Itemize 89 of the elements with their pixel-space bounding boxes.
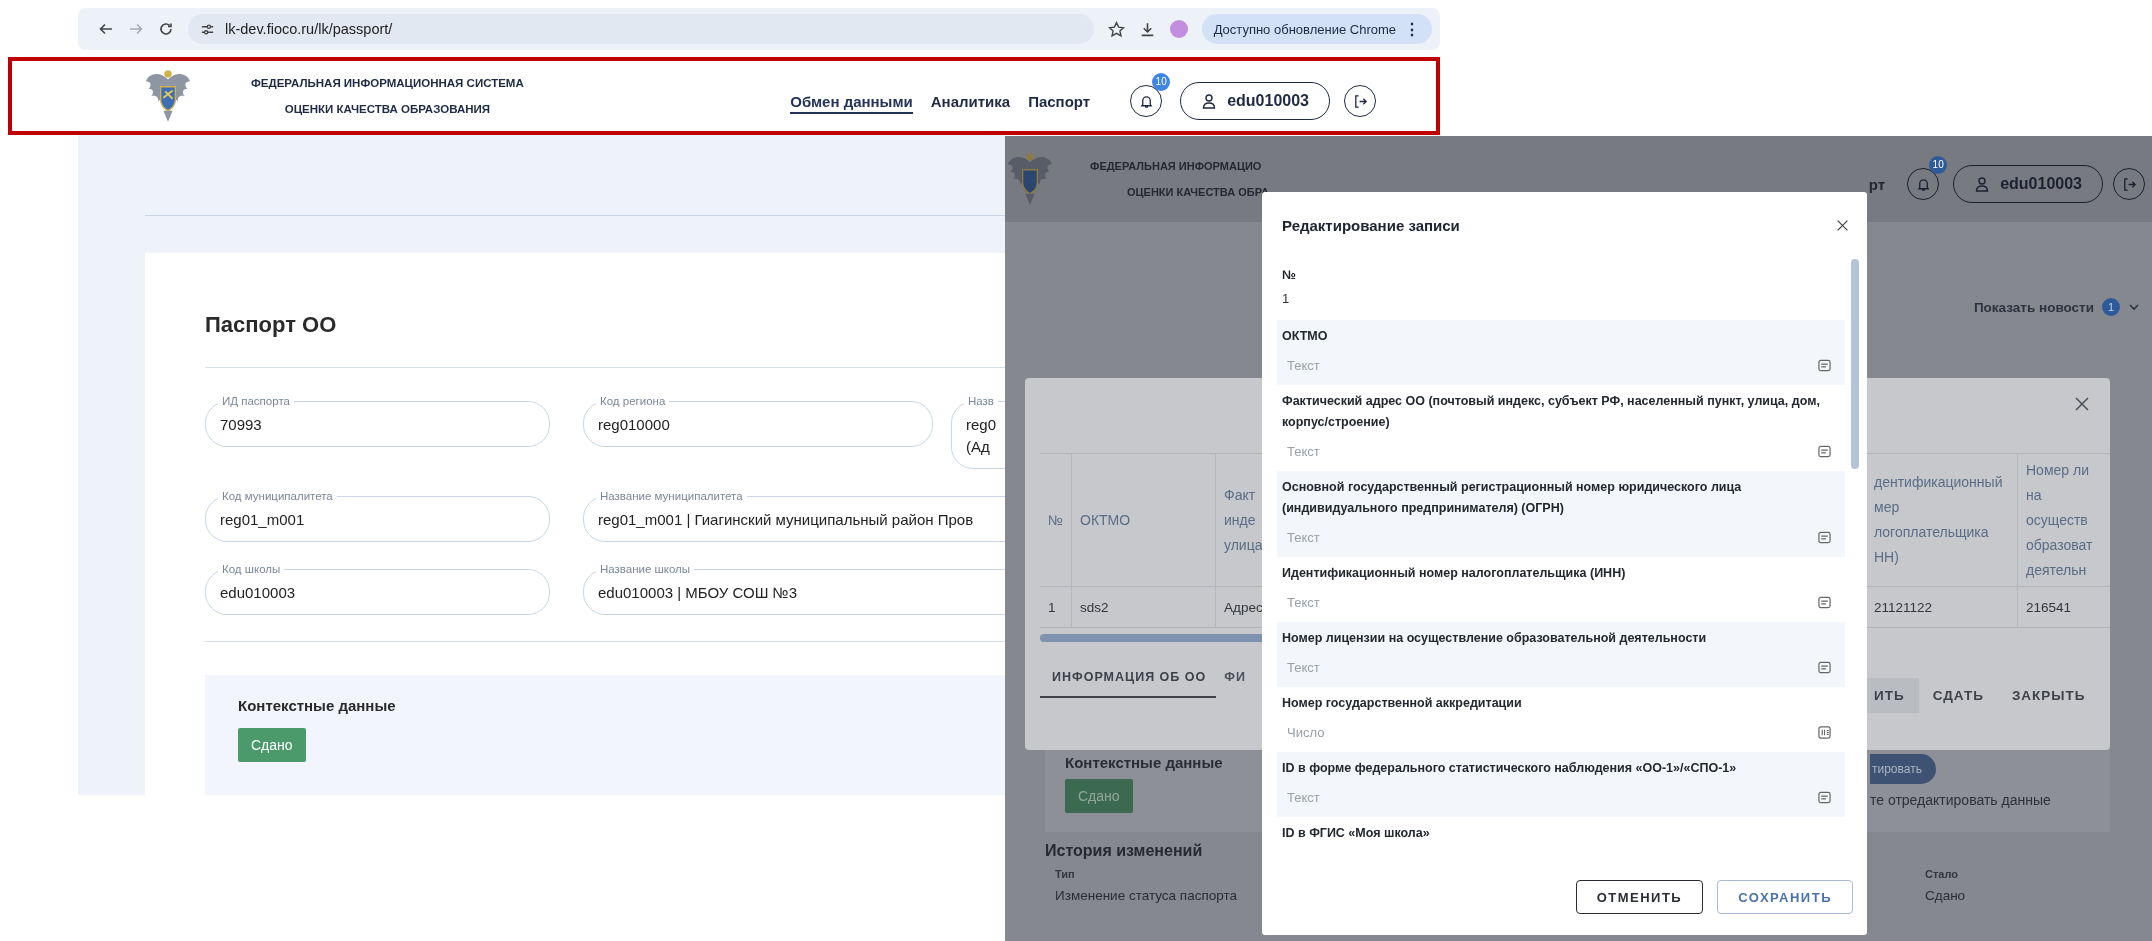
column-header: Тип <box>1055 868 1075 880</box>
person-icon <box>1974 176 1991 192</box>
field-label: Номер государственной аккредитации <box>1281 695 1523 712</box>
reload-icon[interactable] <box>158 21 174 37</box>
logout-button[interactable] <box>1344 85 1376 117</box>
table-cell: Сдано <box>1925 888 1966 903</box>
field-value: reg0 <box>966 415 998 435</box>
field-value: (Ад <box>966 437 991 457</box>
text-lines-icon <box>1818 791 1831 804</box>
news-count-badge: 1 <box>2102 298 2120 316</box>
field-value: reg01_m001 <box>220 510 306 530</box>
column-header: Стало <box>1925 868 1958 880</box>
nav-link[interactable]: Обмен данными <box>790 92 913 114</box>
field-value: 70993 <box>220 415 263 435</box>
field-label: Назв <box>964 394 998 408</box>
system-title: ФЕДЕРАЛЬНАЯ ИНФОРМАЦИО <box>1090 159 1263 174</box>
table-cell-text: 1 <box>1047 598 1057 617</box>
field-value: reg01_m001 | Гиагинский муниципальный район Пров <box>598 510 975 530</box>
user-button[interactable]: edu010003 <box>1180 82 1330 120</box>
field-label: Основной государственный регистрационный номер юридического лица (индивидуального предпринимателя) (ОГРН) <box>1277 471 1845 519</box>
dialog-button[interactable]: СОХРАНИТЬ <box>1717 880 1853 914</box>
hint-text: те отредактировать данные <box>1870 792 2051 808</box>
section-title: Контекстные данные <box>238 697 397 714</box>
input-field[interactable]: Текст <box>1277 779 1845 817</box>
field-value: 1 <box>1281 290 1291 308</box>
logout-icon <box>1352 93 1368 109</box>
nav-link[interactable]: Аналитика <box>930 92 1011 114</box>
show-news-button[interactable]: Показать новости <box>1973 299 2094 315</box>
field-label: ИД паспорта <box>218 394 294 408</box>
star-icon[interactable] <box>1107 20 1125 38</box>
field-value: reg010000 <box>598 415 671 435</box>
field-label: Идентификационный номер налогоплательщика (ИНН) <box>1281 565 1627 582</box>
back-arrow-icon[interactable] <box>98 21 114 37</box>
column-header: № <box>1047 510 1065 530</box>
table-cell: 216541 <box>2017 587 2095 627</box>
system-title: ОЦЕНКИ КАЧЕСТВА ОБРАЗОВАНИЯ <box>283 102 492 117</box>
chevron-down-icon[interactable] <box>2128 301 2140 313</box>
update-chrome-button[interactable]: Доступно обновление Chrome ⋮ <box>1201 14 1432 44</box>
scrollbar[interactable] <box>1851 259 1859 469</box>
field-label: Название школы <box>596 562 695 576</box>
field-value: edu010003 <box>220 583 297 603</box>
input-field[interactable]: Текст <box>1277 519 1845 557</box>
text-lines-icon <box>1818 661 1831 674</box>
section-title: История изменений <box>1045 842 1203 860</box>
close-icon[interactable] <box>1836 219 1849 232</box>
notification-badge: 10 <box>1152 73 1171 91</box>
text-lines-icon <box>1818 596 1831 609</box>
field-label: Фактический адрес ОО (почтовый индекс, субъект РФ, населенный пункт, улица, дом, корпус/строение) <box>1281 393 1821 431</box>
bell-icon <box>1915 176 1931 192</box>
column-header: ОКТМО <box>1071 454 1215 586</box>
edit-button[interactable]: тировать <box>1870 754 1936 784</box>
dialog-button[interactable]: СДАТЬ <box>1918 678 1998 713</box>
field-label: Код муниципалитета <box>218 489 337 503</box>
text-lines-icon <box>1818 445 1831 458</box>
dialog-button[interactable]: ЗАКРЫТЬ <box>1997 678 2100 713</box>
url-text: lk-dev.fioco.ru/lk/passport/ <box>225 21 393 37</box>
nav-link[interactable]: Паспорт <box>1028 92 1091 114</box>
notification-badge: 10 <box>1929 156 1948 174</box>
close-icon[interactable] <box>2074 396 2090 412</box>
input-field[interactable]: Текст <box>1277 347 1845 385</box>
tab[interactable]: ИНФОРМАЦИЯ ОБ ОО <box>1040 662 1217 698</box>
field-label: ID в форме федерального статистического наблюдения «ОО-1»/«СПО-1» <box>1277 752 1845 779</box>
dialog-title: Редактирование записи <box>1282 217 1460 234</box>
input-field[interactable]: Текст <box>1277 649 1845 687</box>
field-label: Название муниципалитета <box>596 489 747 503</box>
field-label: Код региона <box>596 394 670 408</box>
bell-icon <box>1138 93 1154 109</box>
field-label: ОКТМО <box>1277 320 1845 347</box>
page-title: Паспорт ОО <box>205 311 338 339</box>
logout-icon <box>2121 176 2137 192</box>
field-label: Код школы <box>218 562 285 576</box>
user-button[interactable]: edu010003 <box>1953 165 2103 203</box>
text-lines-icon <box>1818 531 1831 544</box>
column-header: Номер ли на осуществ образоват деятельн <box>2017 454 2095 586</box>
person-icon <box>1201 93 1218 109</box>
field-label: Номер лицензии на осуществление образовательной деятельности <box>1277 622 1845 649</box>
field-label: № <box>1281 267 1297 284</box>
dialog-button[interactable]: ОТМЕНИТЬ <box>1575 880 1704 914</box>
tab[interactable]: ФИ <box>1216 662 1256 698</box>
number-box-icon <box>1818 726 1831 739</box>
section-title: Контекстные данные <box>1065 754 1223 771</box>
system-title: ФЕДЕРАЛЬНАЯ ИНФОРМАЦИОННАЯ СИСТЕМА <box>251 76 524 91</box>
text-lines-icon <box>1818 359 1831 372</box>
address-bar[interactable]: lk-dev.fioco.ru/lk/passport/ <box>188 14 1094 44</box>
field-label: ID в ФГИС «Моя школа» <box>1281 825 1431 842</box>
field-value: edu010003 | МБОУ СОШ №3 <box>598 583 799 603</box>
notifications-button[interactable] <box>1130 85 1163 117</box>
table-cell: sds2 <box>1071 587 1215 627</box>
table-cell: Изменение статуса паспорта <box>1055 888 1237 903</box>
